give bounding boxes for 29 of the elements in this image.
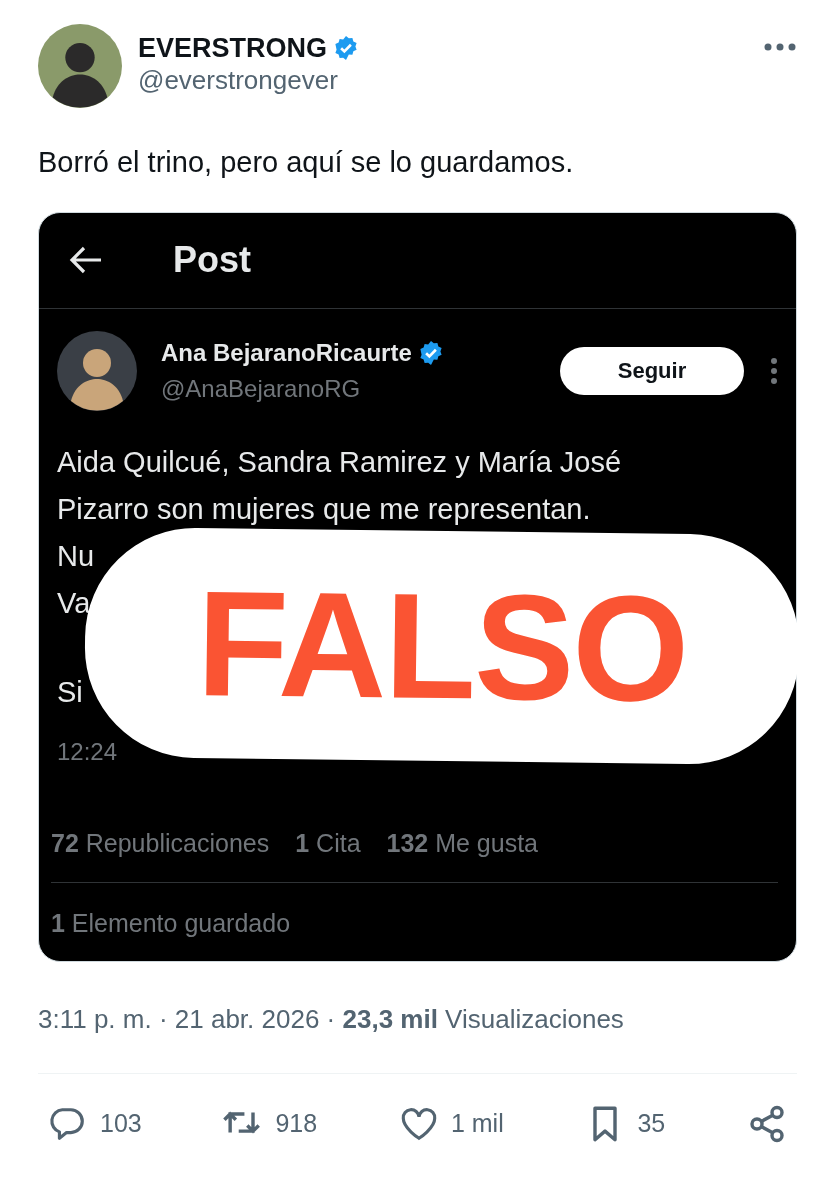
avatar[interactable] (57, 330, 137, 411)
back-arrow-icon[interactable] (69, 245, 103, 276)
author-handle[interactable]: @everstrongever (138, 64, 763, 99)
post-meta: 3:11 p. m. · 21 abr. 2026 · 23,3 mil Visualizaciones (38, 1002, 625, 1036)
stat-count: 1 Cita (295, 827, 361, 859)
like-button[interactable]: 1 mil (398, 1103, 504, 1144)
author-name: Ana BejaranoRicaurte (161, 337, 412, 368)
repost-button[interactable]: 918 (223, 1103, 318, 1144)
post-text: Borró el trino, pero aquí se lo guardamos. (38, 145, 575, 180)
bookmark-button[interactable]: 35 (585, 1103, 666, 1144)
author-handle: @AnaBejaranoRG (161, 373, 362, 404)
share-button[interactable] (747, 1103, 787, 1144)
post-text-line: Va (57, 585, 92, 621)
post-text-line: Si (57, 674, 84, 710)
more-icon[interactable] (763, 42, 797, 52)
post-text-line: Aida Quilcué, Sandra Ramirez y María José (57, 444, 623, 480)
stat-count: 132 Me gusta (386, 827, 539, 859)
more-icon[interactable] (770, 356, 778, 385)
screen-title: Post (173, 238, 251, 283)
post-text-line: Pizarro son mujeres que me representan. (57, 491, 592, 527)
follow-button[interactable]: Seguir (560, 346, 744, 395)
reply-button[interactable]: 103 (48, 1103, 142, 1144)
post-text-line: Nu (57, 538, 96, 574)
saved-count: 1 Elemento guardado (51, 908, 292, 940)
author-name[interactable]: EVERSTRONG (138, 32, 328, 65)
share-icon (747, 1103, 787, 1144)
avatar[interactable] (38, 24, 122, 108)
stat-count: 72 Republicaciones (51, 827, 270, 859)
post-time: 12:24 (57, 736, 119, 767)
